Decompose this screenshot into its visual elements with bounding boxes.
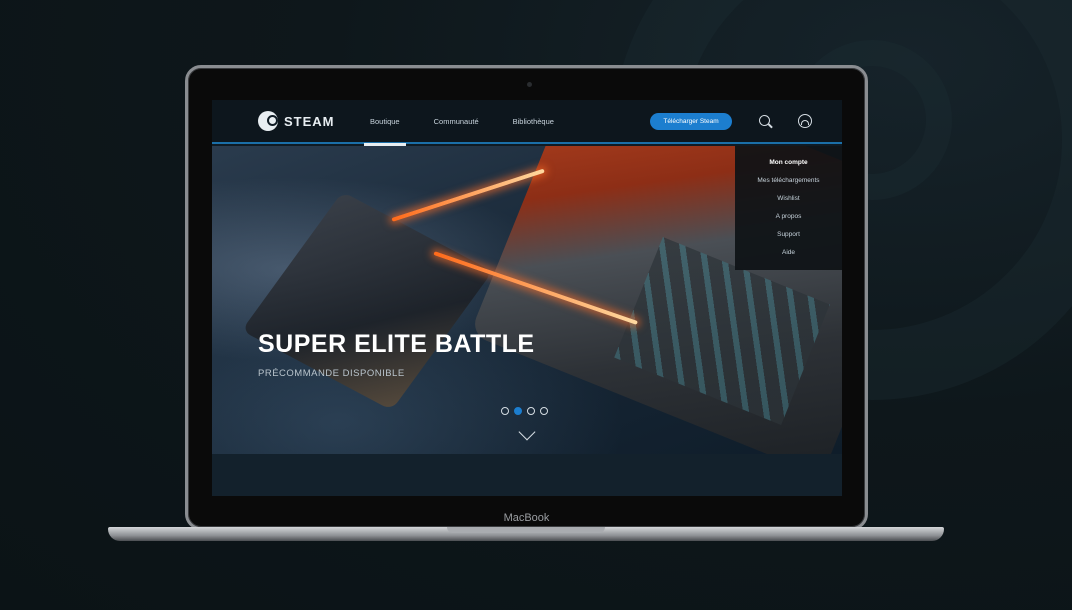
nav-links: Boutique Communauté Bibliothèque <box>364 100 560 146</box>
carousel-dot[interactable] <box>527 407 535 415</box>
carousel-dot-active[interactable] <box>514 407 522 415</box>
menu-item-wishlist[interactable]: Wishlist <box>735 190 842 208</box>
presentation-stage: SUPER ELITE BATTLE PRÉCOMMANDE DISPONIBL… <box>0 0 1072 610</box>
carousel-dots <box>501 407 548 415</box>
carousel-dot[interactable] <box>540 407 548 415</box>
menu-item-telechargements[interactable]: Mes téléchargements <box>735 172 842 190</box>
laptop-notch <box>447 527 605 533</box>
nav-link-communaute[interactable]: Communauté <box>428 100 485 144</box>
laptop-screen: SUPER ELITE BATTLE PRÉCOMMANDE DISPONIBL… <box>212 100 842 496</box>
steam-logo[interactable]: STEAM <box>258 111 335 131</box>
camera-icon <box>527 82 532 87</box>
laptop-base <box>108 527 944 541</box>
hero-subtitle: PRÉCOMMANDE DISPONIBLE <box>258 368 405 379</box>
content-section <box>212 454 842 496</box>
menu-item-a-propos[interactable]: A propos <box>735 208 842 226</box>
carousel-dot[interactable] <box>501 407 509 415</box>
account-icon[interactable] <box>798 114 812 128</box>
top-nav: STEAM Boutique Communauté Bibliothèque T… <box>212 100 842 146</box>
device-label: MacBook <box>503 512 550 524</box>
chevron-down-icon[interactable] <box>518 423 536 441</box>
menu-item-support[interactable]: Support <box>735 226 842 244</box>
account-dropdown: Mon compte Mes téléchargements Wishlist … <box>735 146 842 270</box>
download-steam-button[interactable]: Télécharger Steam <box>650 113 732 130</box>
brand-name: STEAM <box>284 113 335 129</box>
steam-logo-icon <box>258 111 278 131</box>
menu-item-mon-compte[interactable]: Mon compte <box>735 154 842 172</box>
menu-item-aide[interactable]: Aide <box>735 244 842 262</box>
laptop-lid: SUPER ELITE BATTLE PRÉCOMMANDE DISPONIBL… <box>185 65 868 530</box>
search-icon[interactable] <box>759 115 770 126</box>
nav-link-bibliotheque[interactable]: Bibliothèque <box>507 100 560 144</box>
nav-link-boutique[interactable]: Boutique <box>364 100 406 146</box>
hero-title: SUPER ELITE BATTLE <box>258 330 535 358</box>
